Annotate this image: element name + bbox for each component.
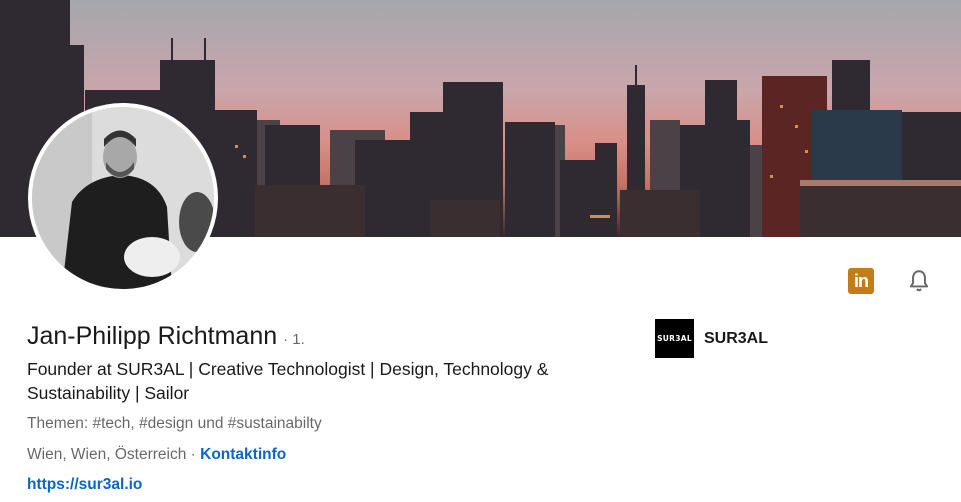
current-company[interactable]: SUR3AL SUR3AL xyxy=(655,319,768,358)
notification-bell-button[interactable] xyxy=(903,265,935,297)
profile-topics: Themen: #tech, #design und #sustainabilt… xyxy=(27,415,322,432)
profile-headline: Founder at SUR3AL | Creative Technologis… xyxy=(27,359,549,403)
company-name: SUR3AL xyxy=(704,329,769,347)
profile-location: Wien, Wien, Österreich xyxy=(27,446,187,463)
company-logo: SUR3AL xyxy=(655,319,694,358)
location-row: Wien, Wien, Österreich · Kontaktinfo xyxy=(27,446,286,464)
profile-name: Jan-Philipp Richtmann xyxy=(27,322,278,350)
name-row: Jan-Philipp Richtmann · 1. xyxy=(27,322,305,351)
website-link[interactable]: https://sur3al.io xyxy=(27,476,142,494)
company-logo-text: SUR3AL xyxy=(657,334,692,343)
profile-avatar[interactable] xyxy=(28,103,218,293)
linkedin-icon-label: in xyxy=(854,270,869,291)
bell-icon xyxy=(909,270,929,292)
linkedin-icon: in xyxy=(848,268,874,294)
connection-degree: · 1. xyxy=(283,331,305,348)
linkedin-badge-button[interactable]: in xyxy=(845,265,877,297)
contact-info-link[interactable]: Kontaktinfo xyxy=(200,446,286,463)
location-separator: · xyxy=(186,446,201,463)
